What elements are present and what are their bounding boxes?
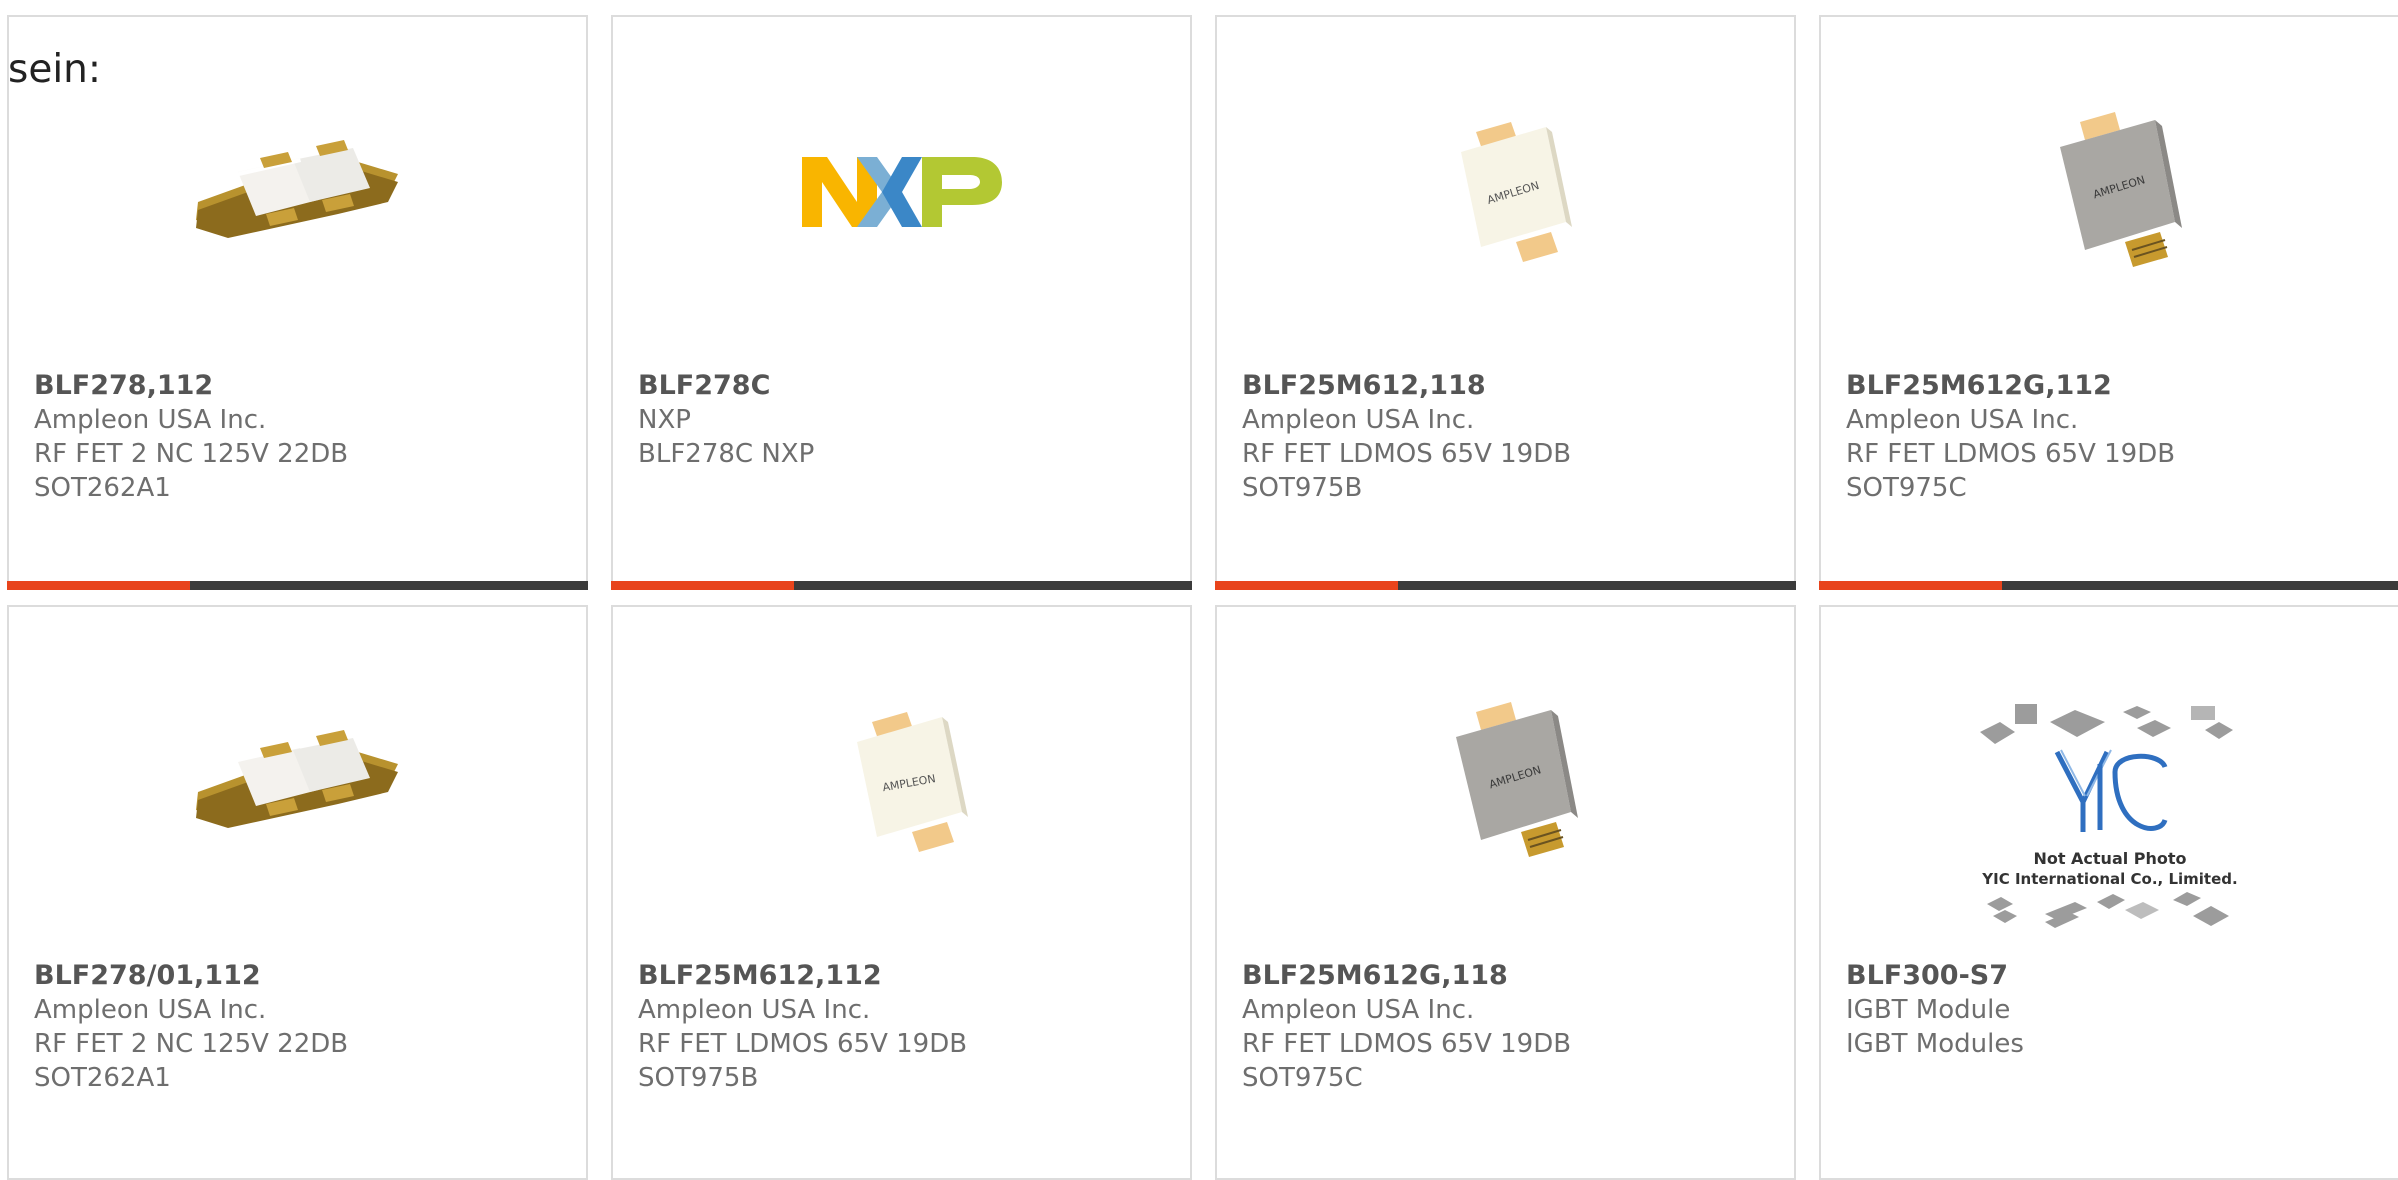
yic-placeholder-image: Not Actual Photo YIC International Co., … [1979, 704, 2237, 928]
card-accent-bar [7, 581, 588, 590]
product-info: BLF278/01,112 Ampleon USA Inc. RF FET 2 … [34, 959, 348, 1095]
card-accent-bar [611, 581, 1192, 590]
product-image[interactable]: AMPLEON [1985, 87, 2235, 297]
package: SOT975B [1242, 473, 1363, 503]
product-info: BLF278C NXP BLF278C NXP [638, 369, 814, 471]
part-number[interactable]: BLF300-S7 [1846, 959, 2024, 993]
svg-text:YIC International Co., Limited: YIC International Co., Limited. [1981, 870, 2237, 888]
description: RF FET 2 NC 125V 22DB [34, 1029, 349, 1059]
description: BLF278C NXP [638, 439, 815, 469]
manufacturer: NXP [638, 405, 691, 435]
svg-text:Not Actual Photo: Not Actual Photo [2033, 849, 2186, 868]
product-card[interactable]: AMPLEON BLF25M612,112 Ampleon USA Inc. R… [611, 605, 1192, 1180]
product-image[interactable] [173, 677, 423, 887]
product-info: BLF25M612G,112 Ampleon USA Inc. RF FET L… [1846, 369, 2175, 505]
card-accent-bar [1215, 581, 1796, 590]
package: SOT262A1 [34, 1063, 171, 1093]
package: SOT975C [1242, 1063, 1363, 1093]
package: SOT262A1 [34, 473, 171, 503]
part-number[interactable]: BLF25M612,112 [638, 959, 967, 993]
manufacturer: Ampleon USA Inc. [1242, 995, 1475, 1025]
product-image[interactable]: AMPLEON [777, 677, 1027, 887]
product-image[interactable] [173, 87, 423, 297]
package: SOT975C [1846, 473, 1967, 503]
description: RF FET LDMOS 65V 19DB [638, 1029, 968, 1059]
part-number[interactable]: BLF278C [638, 369, 814, 403]
product-image[interactable]: AMPLEON [1381, 87, 1631, 297]
manufacturer: Ampleon USA Inc. [1846, 405, 2079, 435]
manufacturer: Ampleon USA Inc. [34, 995, 267, 1025]
ampleon-gray-transistor-image: AMPLEON [2059, 112, 2182, 267]
product-info: BLF278,112 Ampleon USA Inc. RF FET 2 NC … [34, 369, 348, 505]
part-number[interactable]: BLF278,112 [34, 369, 348, 403]
part-number[interactable]: BLF25M612,118 [1242, 369, 1571, 403]
part-number[interactable]: BLF278/01,112 [34, 959, 348, 993]
product-info: BLF25M612,112 Ampleon USA Inc. RF FET LD… [638, 959, 967, 1095]
description: IGBT Modules [1846, 1029, 2024, 1059]
product-card[interactable]: BLF278/01,112 Ampleon USA Inc. RF FET 2 … [7, 605, 588, 1180]
product-image[interactable]: AMPLEON [1381, 677, 1631, 887]
description: RF FET 2 NC 125V 22DB [34, 439, 349, 469]
manufacturer: IGBT Module [1846, 995, 2011, 1025]
nxp-logo-image [801, 157, 1002, 227]
product-info: BLF25M612,118 Ampleon USA Inc. RF FET LD… [1242, 369, 1571, 505]
product-card[interactable]: Not Actual Photo YIC International Co., … [1819, 605, 2398, 1180]
description: RF FET LDMOS 65V 19DB [1846, 439, 2176, 469]
product-card[interactable]: BLF278C NXP BLF278C NXP [611, 15, 1192, 590]
description: RF FET LDMOS 65V 19DB [1242, 1029, 1572, 1059]
product-card[interactable]: AMPLEON BLF25M612G,118 Ampleon USA Inc. … [1215, 605, 1796, 1180]
package: SOT975B [638, 1063, 759, 1093]
product-info: BLF25M612G,118 Ampleon USA Inc. RF FET L… [1242, 959, 1571, 1095]
manufacturer: Ampleon USA Inc. [1242, 405, 1475, 435]
product-image[interactable]: Not Actual Photo YIC International Co., … [1965, 692, 2255, 942]
manufacturer: Ampleon USA Inc. [34, 405, 267, 435]
ampleon-white-transistor-image: AMPLEON [856, 712, 968, 852]
product-info: BLF300-S7 IGBT Module IGBT Modules [1846, 959, 2024, 1061]
part-number[interactable]: BLF25M612G,112 [1846, 369, 2175, 403]
part-number[interactable]: BLF25M612G,118 [1242, 959, 1571, 993]
product-grid: BLF278,112 Ampleon USA Inc. RF FET 2 NC … [0, 0, 2398, 1180]
description: RF FET LDMOS 65V 19DB [1242, 439, 1572, 469]
flange-transistor-image [195, 140, 398, 238]
product-card[interactable]: BLF278,112 Ampleon USA Inc. RF FET 2 NC … [7, 15, 588, 590]
product-image[interactable] [777, 87, 1027, 297]
ampleon-gray-transistor-image: AMPLEON [1455, 702, 1578, 857]
manufacturer: Ampleon USA Inc. [638, 995, 871, 1025]
product-card[interactable]: AMPLEON BLF25M612G,112 Ampleon USA Inc. … [1819, 15, 2398, 590]
page-heading-fragment: sein: [8, 47, 102, 92]
ampleon-white-transistor-image: AMPLEON [1460, 122, 1572, 262]
card-accent-bar [1819, 581, 2398, 590]
product-card[interactable]: AMPLEON BLF25M612,118 Ampleon USA Inc. R… [1215, 15, 1796, 590]
flange-transistor-image [195, 730, 398, 828]
